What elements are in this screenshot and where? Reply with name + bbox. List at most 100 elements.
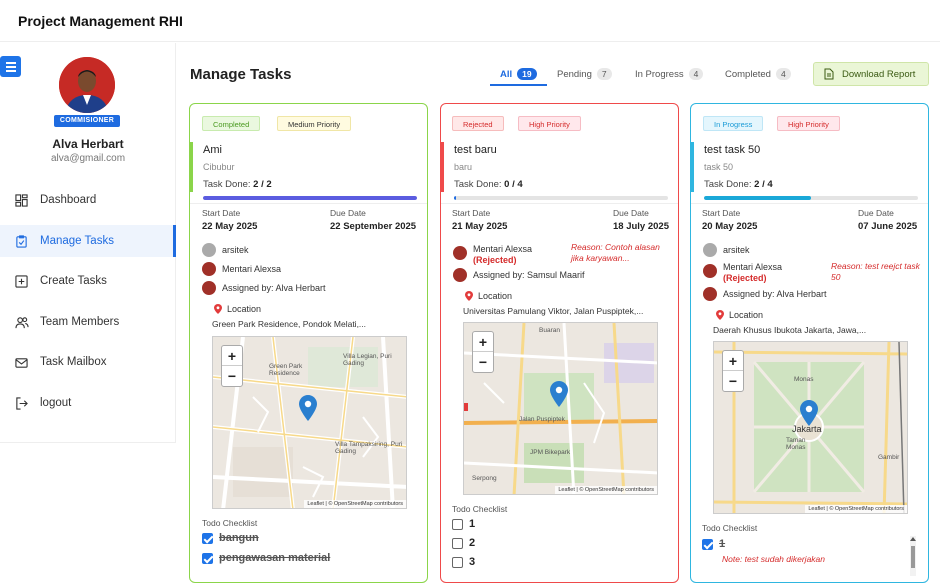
due-date-value: 07 June 2025	[858, 221, 918, 232]
todo-checkbox[interactable]	[452, 556, 463, 568]
task-card[interactable]: In Progress High Priority test task 50 t…	[690, 103, 929, 583]
map-label: Gambir	[878, 454, 900, 461]
todo-checkbox[interactable]	[202, 532, 213, 544]
todo-item[interactable]: pengawasan material	[202, 552, 330, 564]
menu-toggle-button[interactable]	[0, 56, 21, 77]
todo-item[interactable]: 1	[452, 518, 475, 530]
card-accent-bar	[691, 142, 694, 192]
progress-bar	[454, 196, 668, 200]
todo-item[interactable]: bangun	[202, 532, 259, 544]
map-attribution[interactable]: Leaflet | © OpenStreetMap contributors	[555, 486, 657, 494]
start-date-value: 21 May 2025	[452, 221, 508, 232]
divider	[441, 203, 678, 204]
todo-checkbox[interactable]	[202, 552, 213, 564]
assignee: arsitek	[703, 243, 750, 257]
zoom-out-button[interactable]: −	[723, 371, 743, 391]
task-subtitle: Cibubur	[203, 162, 235, 172]
page-title: Manage Tasks	[190, 66, 292, 83]
due-date-label: Due Date	[330, 208, 366, 218]
status-badge: Completed	[202, 116, 261, 131]
task-card[interactable]: Rejected High Priority test baru baru Ta…	[440, 103, 679, 583]
zoom-out-button[interactable]: −	[222, 366, 242, 386]
map-label: Villa Legian, Puri Gading	[343, 353, 392, 367]
todo-text: 3	[469, 556, 476, 568]
divider	[190, 203, 427, 204]
assignee: arsitek	[202, 243, 249, 257]
sidebar-item-dashboard[interactable]: Dashboard	[0, 184, 176, 216]
tab-in-progress[interactable]: In Progress 4	[635, 66, 704, 82]
sidebar-item-task-mailbox[interactable]: Task Mailbox	[0, 346, 176, 378]
zoom-in-button[interactable]: +	[473, 332, 493, 352]
sidebar-item-manage-tasks[interactable]: Manage Tasks	[0, 225, 176, 257]
location-pin-icon	[716, 310, 724, 320]
map-label: Taman Monas	[786, 437, 806, 451]
sidebar-item-label: Team Members	[40, 316, 120, 328]
location-label: Location	[729, 310, 764, 320]
assignee-rejected: Mentari Alexsa (Rejected)	[703, 262, 818, 284]
todo-item[interactable]: 2	[452, 537, 475, 549]
tab-count: 7	[596, 68, 612, 80]
status-badge: Rejected	[452, 116, 504, 131]
todo-item[interactable]: 3	[452, 556, 475, 568]
todo-text: 1	[469, 518, 476, 530]
download-report-button[interactable]: Download Report	[813, 62, 929, 86]
priority-badge: Medium Priority	[277, 116, 352, 131]
map-label: Serpong	[472, 475, 497, 482]
location: Location	[716, 310, 763, 320]
avatar	[453, 268, 467, 282]
sidebar-item-label: Dashboard	[40, 194, 97, 206]
address: Universitas Pamulang Viktor, Jalan Puspi…	[463, 306, 644, 316]
todo-checkbox[interactable]	[452, 518, 463, 530]
zoom-out-button[interactable]: −	[473, 352, 493, 372]
assigned-by-text: Assigned by: Samsul Maarif	[473, 270, 585, 280]
location-pin-icon	[214, 304, 222, 314]
sidebar-item-label: Manage Tasks	[40, 235, 114, 247]
plus-square-icon	[15, 274, 28, 288]
tab-all[interactable]: All 19	[500, 66, 537, 82]
map-attribution[interactable]: Leaflet | © OpenStreetMap contributors	[304, 500, 406, 508]
assigned-by: Assigned by: Alva Herbart	[202, 281, 326, 295]
todo-checkbox[interactable]	[452, 537, 463, 549]
map[interactable]: Buaran Jalan Puspiptek JPM Bikepark Serp…	[463, 322, 658, 495]
rejection-reason: Reason: Contoh alasan jika karyawan...	[571, 242, 660, 263]
map-label: Green Park Residence	[269, 363, 303, 377]
scrollbar-arrows	[910, 537, 916, 568]
app-title: Project Management RHI	[18, 13, 183, 29]
tab-count: 4	[775, 68, 791, 80]
todo-checklist-label: Todo Checklist	[452, 504, 508, 514]
todo-text: pengawasan material	[219, 552, 331, 564]
task-card[interactable]: Completed Medium Priority Ami Cibubur Ta…	[189, 103, 428, 583]
todo-checkbox[interactable]	[702, 538, 713, 550]
location-label: Location	[227, 304, 262, 314]
sidebar-item-label: Create Tasks	[40, 275, 107, 287]
sidebar-item-logout[interactable]: logout	[0, 387, 176, 419]
map[interactable]: Monas Jakarta Taman Monas Gambir + − Leaf…	[713, 341, 908, 514]
user-email: alva@gmail.com	[50, 153, 126, 164]
sidebar-item-create-tasks[interactable]: Create Tasks	[0, 265, 176, 297]
tab-pending[interactable]: Pending 7	[557, 66, 612, 82]
status-badge: In Progress	[703, 116, 764, 131]
assignee-name: Mentari Alexsa (Rejected)	[473, 244, 563, 266]
zoom-in-button[interactable]: +	[723, 351, 743, 371]
avatar	[202, 262, 216, 276]
todo-text: bangun	[219, 532, 259, 544]
task-done-label: Task Done:	[203, 179, 251, 190]
tab-completed[interactable]: Completed 4	[725, 66, 791, 82]
task-subtitle: task 50	[704, 162, 734, 172]
avatar	[202, 243, 216, 257]
due-date-value: 22 September 2025	[330, 221, 417, 232]
map[interactable]: Green Park Residence Villa Legian, Puri …	[212, 336, 407, 509]
progress-fill	[704, 196, 811, 200]
todo-checklist-label: Todo Checklist	[202, 518, 258, 528]
map-label: Monas	[794, 376, 814, 383]
todo-text: 2	[469, 537, 476, 549]
assigned-by-text: Assigned by: Alva Herbart	[723, 289, 827, 299]
tab-active-indicator	[490, 84, 547, 86]
scrollbar[interactable]	[910, 536, 916, 576]
due-date-label: Due Date	[613, 208, 649, 218]
zoom-in-button[interactable]: +	[222, 346, 242, 366]
avatar	[453, 246, 467, 260]
map-attribution[interactable]: Leaflet | © OpenStreetMap contributors	[805, 505, 907, 513]
sidebar-item-team-members[interactable]: Team Members	[0, 306, 176, 338]
todo-item[interactable]: 1	[702, 538, 725, 550]
